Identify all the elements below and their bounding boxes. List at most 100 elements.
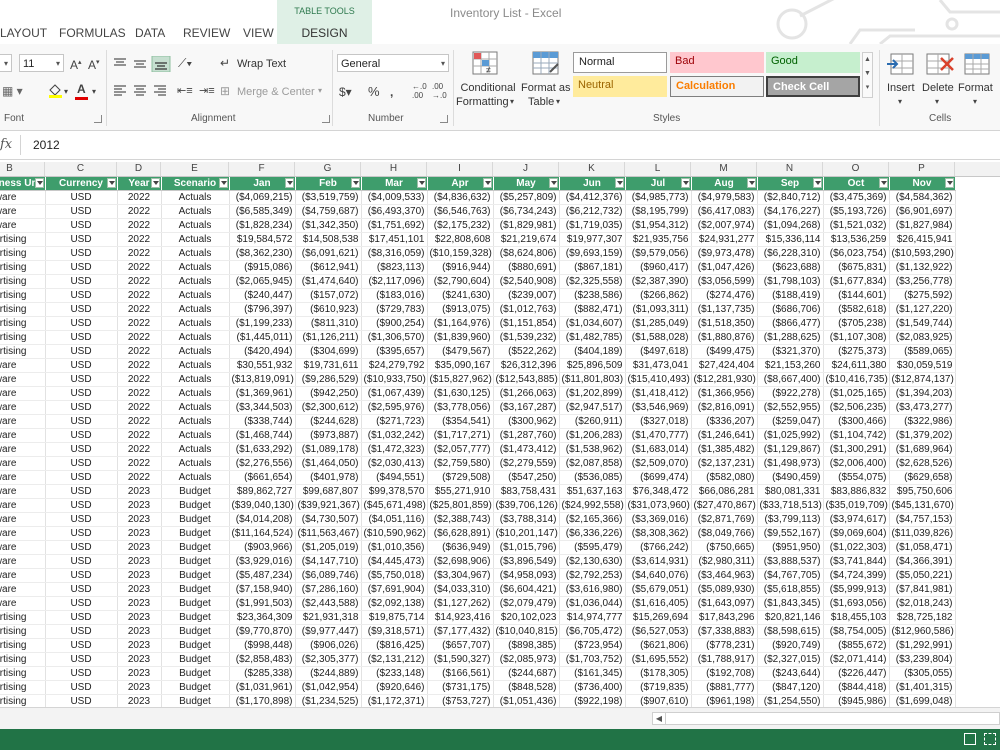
table-cell[interactable]: 2022 xyxy=(117,330,162,345)
table-cell[interactable]: ($2,388,743) xyxy=(427,512,494,527)
tab-formulas[interactable]: FORMULAS xyxy=(59,26,126,40)
table-cell[interactable]: ($1,464,050) xyxy=(295,456,362,471)
table-cell[interactable]: USD xyxy=(45,582,118,597)
table-header-cell[interactable]: Currency xyxy=(45,177,118,191)
format-as-table-arrow-icon[interactable]: ▾ xyxy=(556,94,560,110)
table-cell[interactable]: 2023 xyxy=(117,484,162,499)
table-cell[interactable]: ($2,325,558) xyxy=(559,274,626,289)
table-cell[interactable]: ($2,018,243) xyxy=(889,596,956,611)
table-cell[interactable]: ($4,979,583) xyxy=(691,190,758,205)
merge-center-icon[interactable]: ⊞ xyxy=(220,83,230,99)
table-cell[interactable]: ($729,508) xyxy=(427,470,494,485)
table-cell[interactable]: ($847,120) xyxy=(757,680,824,695)
table-cell[interactable]: ($900,254) xyxy=(361,316,428,331)
delete-button[interactable]: Delete xyxy=(922,81,954,95)
table-cell[interactable]: ($240,447) xyxy=(229,288,296,303)
table-cell[interactable]: 2022 xyxy=(117,190,162,205)
table-cell[interactable]: $19,731,611 xyxy=(295,358,362,373)
table-cell[interactable]: ($1,202,899) xyxy=(559,386,626,401)
table-cell[interactable]: Software xyxy=(0,456,46,471)
table-cell[interactable]: ($823,113) xyxy=(361,260,428,275)
table-cell[interactable]: ($2,790,604) xyxy=(427,274,494,289)
table-cell[interactable]: ($866,477) xyxy=(757,316,824,331)
table-cell[interactable]: Budget xyxy=(161,582,230,597)
table-cell[interactable]: ($31,073,960) xyxy=(625,498,692,513)
table-cell[interactable]: ($420,494) xyxy=(229,344,296,359)
table-cell[interactable]: ($6,901,697) xyxy=(889,204,956,219)
table-cell[interactable]: ($1,300,291) xyxy=(823,442,890,457)
table-cell[interactable]: ($275,373) xyxy=(823,344,890,359)
table-cell[interactable]: Budget xyxy=(161,540,230,555)
table-cell[interactable]: ($2,079,479) xyxy=(493,596,560,611)
table-cell[interactable]: USD xyxy=(45,456,118,471)
table-cell[interactable]: ($1,843,345) xyxy=(757,596,824,611)
table-cell[interactable]: $13,536,259 xyxy=(823,232,890,247)
table-cell[interactable]: 2022 xyxy=(117,246,162,261)
table-cell[interactable]: ($3,614,931) xyxy=(625,554,692,569)
column-letter-header[interactable]: F xyxy=(229,162,295,176)
table-cell[interactable]: USD xyxy=(45,680,118,695)
conditional-formatting-arrow-icon[interactable]: ▾ xyxy=(510,94,514,110)
table-cell[interactable]: ($11,164,524) xyxy=(229,526,296,541)
table-cell[interactable]: ($9,977,447) xyxy=(295,624,362,639)
table-cell[interactable]: ($5,487,234) xyxy=(229,568,296,583)
table-cell[interactable]: 2023 xyxy=(117,638,162,653)
table-cell[interactable]: ($7,177,432) xyxy=(427,624,494,639)
table-cell[interactable]: Advertising xyxy=(0,638,46,653)
table-cell[interactable]: $14,508,538 xyxy=(295,232,362,247)
filter-dropdown-icon[interactable] xyxy=(878,178,888,188)
table-cell[interactable]: $35,090,167 xyxy=(427,358,494,373)
decrease-font-icon[interactable]: A▾ xyxy=(88,55,100,73)
column-letter-header[interactable]: G xyxy=(295,162,361,176)
table-cell[interactable]: ($244,889) xyxy=(295,666,362,681)
table-cell[interactable]: ($2,276,556) xyxy=(229,456,296,471)
table-cell[interactable]: ($1,031,961) xyxy=(229,680,296,695)
table-cell[interactable]: ($621,806) xyxy=(625,638,692,653)
table-cell[interactable]: $14,923,416 xyxy=(427,610,494,625)
font-name-dropdown[interactable]: ▾ xyxy=(0,54,12,72)
table-cell[interactable]: ($920,646) xyxy=(361,680,428,695)
table-cell[interactable]: $25,896,509 xyxy=(559,358,626,373)
table-cell[interactable]: ($6,089,746) xyxy=(295,568,362,583)
table-cell[interactable]: ($973,887) xyxy=(295,428,362,443)
table-cell[interactable]: USD xyxy=(45,540,118,555)
table-cell[interactable]: ($2,137,231) xyxy=(691,456,758,471)
table-cell[interactable]: ($8,308,362) xyxy=(625,526,692,541)
table-cell[interactable]: Advertising xyxy=(0,274,46,289)
table-cell[interactable]: 2023 xyxy=(117,582,162,597)
table-cell[interactable]: Actuals xyxy=(161,302,230,317)
table-cell[interactable]: ($2,443,588) xyxy=(295,596,362,611)
font-dialog-launcher-icon[interactable] xyxy=(94,115,102,123)
filter-dropdown-icon[interactable] xyxy=(350,178,360,188)
table-cell[interactable]: ($882,471) xyxy=(559,302,626,317)
scroll-left-icon[interactable]: ◀ xyxy=(653,713,666,724)
table-cell[interactable]: 2022 xyxy=(117,316,162,331)
table-cell[interactable]: 2022 xyxy=(117,414,162,429)
table-cell[interactable]: ($8,195,799) xyxy=(625,204,692,219)
table-cell[interactable]: Software xyxy=(0,554,46,569)
table-cell[interactable]: ($903,966) xyxy=(229,540,296,555)
table-cell[interactable]: Advertising xyxy=(0,694,46,707)
table-cell[interactable]: Software xyxy=(0,540,46,555)
table-cell[interactable]: ($178,305) xyxy=(625,666,692,681)
table-cell[interactable]: Actuals xyxy=(161,232,230,247)
table-cell[interactable]: ($547,250) xyxy=(493,470,560,485)
alignment-dialog-launcher-icon[interactable] xyxy=(322,115,330,123)
table-cell[interactable]: USD xyxy=(45,204,118,219)
table-cell[interactable]: USD xyxy=(45,498,118,513)
filter-dropdown-icon[interactable] xyxy=(680,178,690,188)
column-letter-header[interactable]: C xyxy=(45,162,117,176)
table-cell[interactable]: ($3,888,537) xyxy=(757,554,824,569)
table-cell[interactable]: ($39,040,130) xyxy=(229,498,296,513)
table-cell[interactable]: ($1,022,303) xyxy=(823,540,890,555)
fill-color-icon[interactable] xyxy=(47,82,63,102)
table-cell[interactable]: USD xyxy=(45,232,118,247)
table-cell[interactable]: ($2,540,908) xyxy=(493,274,560,289)
table-header-cell[interactable]: Jul xyxy=(625,177,692,191)
table-cell[interactable]: ($1,093,311) xyxy=(625,302,692,317)
table-cell[interactable]: ($5,750,018) xyxy=(361,568,428,583)
table-cell[interactable]: Actuals xyxy=(161,428,230,443)
font-color-icon[interactable]: A xyxy=(77,81,86,97)
table-cell[interactable]: ($582,080) xyxy=(691,470,758,485)
table-cell[interactable]: ($4,640,076) xyxy=(625,568,692,583)
